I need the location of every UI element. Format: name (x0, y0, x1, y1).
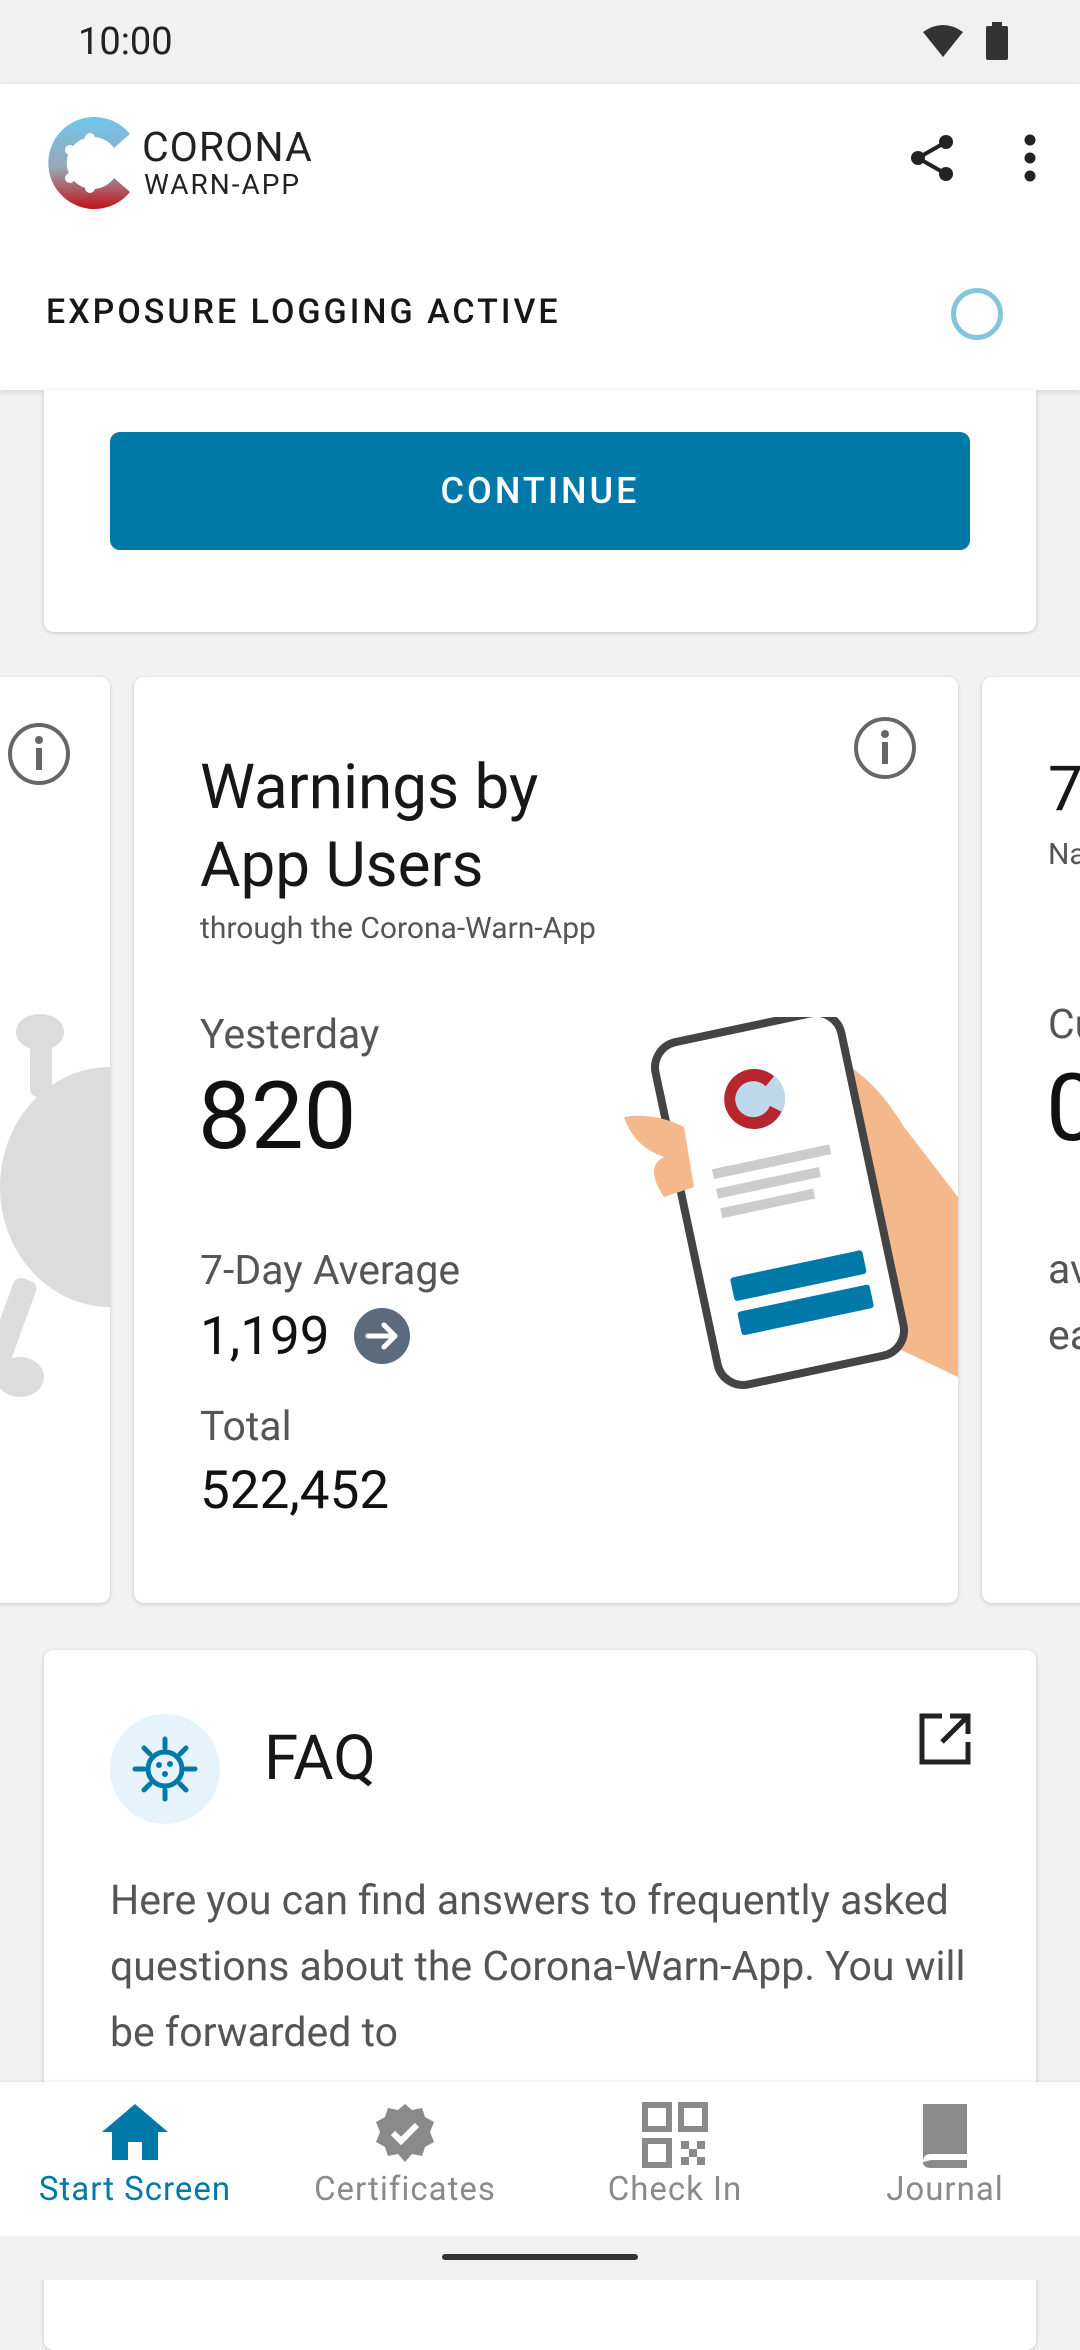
warnings-by-app-users-card[interactable]: Warnings by App Users through the Corona… (134, 677, 958, 1603)
nav-label: Journal (886, 2170, 1004, 2209)
next-card-text-6: ea (1048, 1312, 1080, 1360)
nav-label: Check In (607, 2170, 743, 2209)
share-icon[interactable] (910, 134, 954, 182)
more-vert-icon[interactable] (1024, 134, 1036, 182)
statistics-card-next[interactable]: 7 Na Cu 0 av ea (982, 677, 1080, 1603)
seven-day-average-value: 1,199 (200, 1305, 330, 1367)
app-logo: CORONA WARN-APP (44, 112, 313, 214)
faq-title: FAQ (264, 1722, 376, 1795)
faq-virus-icon-bg (110, 1714, 220, 1824)
certificate-icon (376, 2104, 434, 2162)
status-time: 10:00 (78, 20, 173, 64)
corona-logo-icon (48, 117, 130, 209)
open-external-icon[interactable] (918, 1712, 972, 1766)
next-card-text-4: 0 (1046, 1053, 1080, 1163)
gesture-bar (0, 2236, 1080, 2280)
nav-start-screen[interactable]: Start Screen (0, 2082, 270, 2236)
qr-code-icon (642, 2102, 708, 2168)
trend-arrow-right-icon (353, 1308, 410, 1364)
book-icon (923, 2104, 967, 2168)
home-icon (102, 2104, 168, 2160)
nav-check-in[interactable]: Check In (540, 2082, 810, 2236)
logo-line-1: CORONA (142, 124, 313, 172)
virus-icon (132, 1736, 198, 1802)
exposure-status-label[interactable]: EXPOSURE LOGGING ACTIVE (46, 292, 561, 332)
faq-body-text: Here you can find answers to frequently … (110, 1877, 966, 2057)
wifi-icon (923, 25, 963, 57)
next-card-text-1: 7 (1048, 753, 1080, 826)
battery-icon (986, 22, 1008, 60)
statistics-card-previous[interactable] (0, 677, 110, 1603)
card-subtitle: through the Corona-Warn-App (200, 911, 596, 946)
status-bar: 10:00 (0, 0, 1080, 84)
yesterday-label: Yesterday (200, 1011, 380, 1059)
logo-line-2: WARN-APP (144, 168, 302, 201)
info-icon[interactable] (6, 721, 72, 787)
app-header: CORONA WARN-APP EXPOSURE LOGGING ACTIVE (0, 84, 1080, 390)
bottom-navigation: Start Screen Certificates Check In Journ… (0, 2082, 1080, 2236)
seven-day-average-label: 7-Day Average (200, 1247, 461, 1295)
yesterday-value: 820 (198, 1061, 357, 1171)
home-indicator[interactable] (442, 2254, 638, 2260)
nav-certificates[interactable]: Certificates (270, 2082, 540, 2236)
card-title-line-1: Warnings by (200, 751, 539, 824)
total-label: Total (200, 1403, 292, 1451)
info-icon[interactable] (852, 715, 918, 781)
phone-in-hand-illustration-icon (624, 1017, 958, 1389)
next-card-text-2: Na (1048, 837, 1080, 872)
total-value: 522,452 (200, 1459, 390, 1521)
nav-journal[interactable]: Journal (810, 2082, 1080, 2236)
next-card-text-3: Cu (1048, 1001, 1080, 1049)
virus-illustration-icon (0, 1014, 110, 1397)
continue-button[interactable]: CONTINUE (110, 432, 970, 550)
next-card-text-5: av (1048, 1246, 1080, 1294)
exposure-status-ring-icon (951, 288, 1003, 340)
card-title-line-2: App Users (200, 829, 484, 902)
nav-label: Start Screen (38, 2170, 232, 2209)
nav-label: Certificates (314, 2170, 496, 2209)
